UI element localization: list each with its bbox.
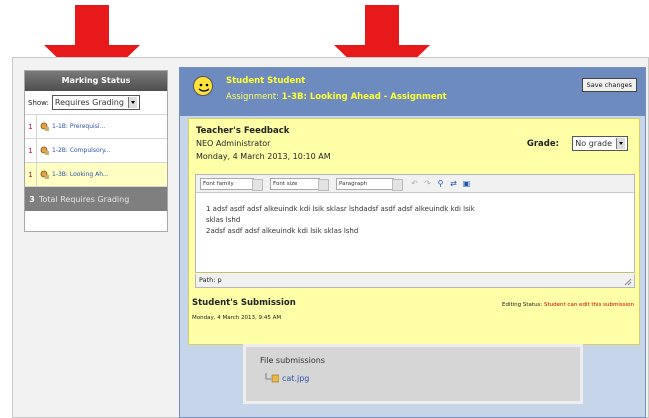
item-label: 1-2B: Compulsory... xyxy=(52,147,111,154)
save-changes-button[interactable]: Save changes xyxy=(581,78,637,92)
tree-branch-icon xyxy=(265,373,279,383)
submission-title: Student's Submission xyxy=(192,298,296,308)
marking-status-title: Marking Status xyxy=(25,71,167,91)
assignment-item[interactable]: 1 1-1B: Prerequisi... xyxy=(25,115,167,139)
grade-value: No grade xyxy=(575,139,612,148)
editor-toolbar: Font family Font size Paragraph ↶ ↷ ⚲ ⇄ … xyxy=(196,175,634,193)
assignment-item-selected[interactable]: 1 1-3B: Looking Ah... xyxy=(25,163,167,187)
editor-line: sklas lshd xyxy=(206,216,241,224)
submission-date: Monday, 4 March 2013, 9:45 AM xyxy=(192,315,282,321)
avatar xyxy=(193,76,213,96)
editing-status-label: Editing Status: xyxy=(501,302,543,308)
editing-status-value: Student can edit this submission xyxy=(544,302,634,308)
editor-line: 2adsf asdf adsf alkeuindk kdi lsik sklas… xyxy=(206,227,359,235)
file-submissions-box: File submissions cat.jpg xyxy=(243,344,583,404)
feedback-box: Teacher's Feedback NEO Administrator Mon… xyxy=(188,118,640,345)
item-count: 1 xyxy=(25,115,37,138)
assignment-prefix: Assignment: xyxy=(226,92,279,102)
editor-path-bar: Path: p xyxy=(195,274,635,288)
file-link[interactable]: cat.jpg xyxy=(282,374,309,383)
feedback-title: Teacher's Feedback xyxy=(196,126,290,136)
grade-select[interactable]: No grade xyxy=(572,136,628,151)
redo-icon[interactable]: ↷ xyxy=(423,179,432,188)
feedback-author: NEO Administrator xyxy=(196,139,271,148)
assignment-item[interactable]: 1 1-2B: Compulsory... xyxy=(25,139,167,163)
resize-handle-icon[interactable] xyxy=(623,277,632,286)
student-header: Student Student Assignment: 1-3B: Lookin… xyxy=(180,68,645,116)
assignment-icon xyxy=(40,170,49,179)
undo-icon[interactable]: ↶ xyxy=(410,179,419,188)
total-row: 3 Total Requires Grading xyxy=(25,187,167,211)
feedback-date: Monday, 4 March 2013, 10:10 AM xyxy=(196,152,331,161)
replace-icon[interactable]: ⇄ xyxy=(449,179,458,188)
chevron-down-icon xyxy=(616,138,625,149)
grading-panel: Student Student Assignment: 1-3B: Lookin… xyxy=(179,67,646,418)
item-label: 1-3B: Looking Ah... xyxy=(52,171,109,178)
total-label: Total Requires Grading xyxy=(39,194,130,204)
file-entry[interactable]: cat.jpg xyxy=(265,373,309,383)
total-count: 3 xyxy=(29,194,35,204)
editor-content[interactable]: 1 adsf asdf adsf alkeuindk kdi lsik skla… xyxy=(196,193,634,248)
filter-value: Requires Grading xyxy=(54,98,124,107)
fullscreen-icon[interactable]: ▣ xyxy=(462,179,471,188)
feedback-editor[interactable]: Font family Font size Paragraph ↶ ↷ ⚲ ⇄ … xyxy=(195,174,635,273)
path-label: Path: p xyxy=(199,276,222,284)
file-submissions-title: File submissions xyxy=(260,356,325,365)
item-label: 1-1B: Prerequisi... xyxy=(52,123,106,130)
filter-select[interactable]: Requires Grading xyxy=(51,95,140,110)
chevron-down-icon xyxy=(127,97,137,108)
assignment-line: Assignment: 1-3B: Looking Ahead - Assign… xyxy=(226,92,447,102)
smiley-icon xyxy=(198,83,210,92)
editor-line: 1 adsf asdf adsf alkeuindk kdi lsik skla… xyxy=(206,205,475,213)
assignment-name[interactable]: 1-3B: Looking Ahead - Assignment xyxy=(282,92,447,102)
marking-status-panel: Marking Status Show: Requires Grading 1 … xyxy=(24,70,168,232)
format-select[interactable]: Paragraph xyxy=(336,177,403,191)
item-count: 1 xyxy=(25,139,37,162)
font-family-select[interactable]: Font family xyxy=(200,177,263,191)
find-icon[interactable]: ⚲ xyxy=(436,179,445,188)
student-name[interactable]: Student Student xyxy=(226,76,305,86)
assignment-icon xyxy=(40,146,49,155)
editing-status: Editing Status: Student can edit this su… xyxy=(502,302,634,308)
font-size-select[interactable]: Font size xyxy=(270,177,329,191)
item-count: 1 xyxy=(25,163,37,186)
grade-label: Grade: xyxy=(526,139,559,149)
filter-row: Show: Requires Grading xyxy=(25,91,167,115)
show-label: Show: xyxy=(28,98,49,107)
assignment-icon xyxy=(40,122,49,131)
